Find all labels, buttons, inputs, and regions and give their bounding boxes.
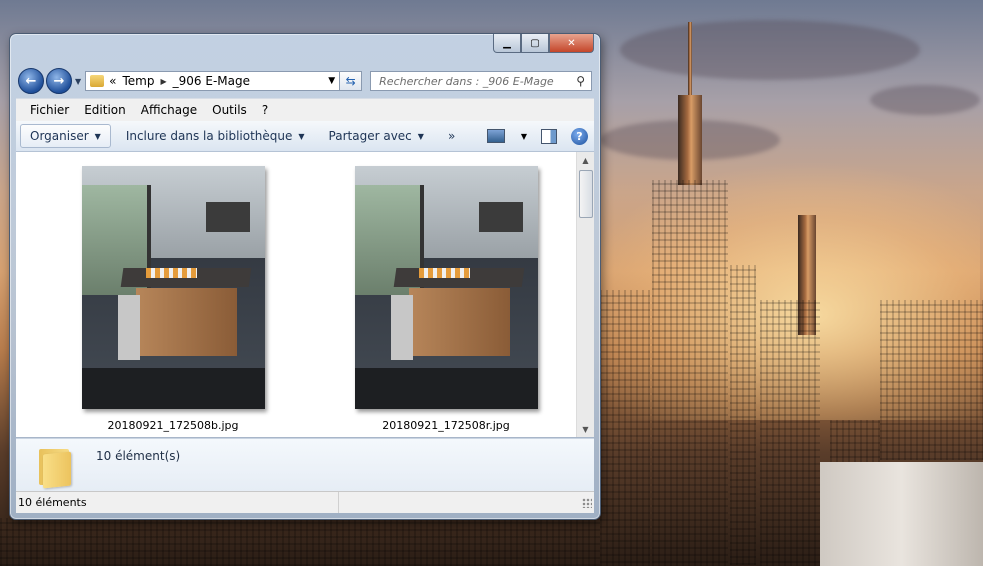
scroll-up-icon[interactable]: ▲ [577,152,594,168]
folder-front [43,451,71,489]
menu-item-affichage[interactable]: Affichage [141,103,197,117]
thumb-floor [81,367,265,409]
close-button[interactable]: ✕ [549,34,594,53]
menu-item-edition[interactable]: Edition [84,103,126,117]
file-item[interactable]: 20180921_172508r.jpg [346,166,546,432]
vertical-scrollbar[interactable]: ▲ ▼ [576,152,594,437]
building [760,300,820,566]
thumb-island [409,287,511,356]
forward-arrow-icon[interactable]: → [46,68,72,94]
preview-pane-icon[interactable] [541,128,557,144]
breadcrumb-current-folder[interactable]: _906 E-Mage [173,74,250,88]
status-text: 10 éléments [18,496,87,509]
share-with-label: Partager avec [328,129,412,143]
address-bar[interactable]: « Temp ▶ _906 E-Mage ▼ [85,71,341,91]
views-dropdown-icon[interactable]: ▼ [521,132,527,141]
item-count: 10 élément(s) [96,449,181,463]
building [730,265,756,565]
menu-item-help[interactable]: ? [262,103,268,117]
scroll-down-icon[interactable]: ▼ [577,421,594,437]
chevron-down-icon: ▼ [298,131,305,141]
building [880,300,983,460]
search-box[interactable]: ⚲ [370,71,592,91]
breadcrumb-overflow[interactable]: « [109,74,116,88]
building [820,462,983,566]
scrollbar-thumb[interactable] [579,170,593,218]
folder-icon [90,75,105,87]
recent-pages-dropdown-icon[interactable]: ▼ [75,77,81,86]
thumb-island-side [118,294,141,361]
back-arrow-icon[interactable]: ← [18,68,44,94]
caption-buttons: ▁ ▢ ✕ [493,34,594,53]
chevron-down-icon: ▼ [94,131,101,141]
minimize-button[interactable]: ▁ [493,34,521,53]
thumb-island-side [391,294,414,361]
details-pane: 10 élément(s) [16,438,594,491]
more-commands-button[interactable]: » [439,125,464,147]
folder-icon [39,447,73,489]
file-name[interactable]: 20180921_172508b.jpg [73,419,273,432]
explorer-window: ▁ ▢ ✕ ← → ▼ « Temp ▶ _906 E-Mage ▼ ⇆ ⚲ F… [9,33,601,520]
include-library-label: Inclure dans la bibliothèque [125,129,293,143]
include-library-button[interactable]: Inclure dans la bibliothèque ▼ [117,125,314,147]
search-icon[interactable]: ⚲ [576,74,585,88]
refresh-icon[interactable]: ⇆ [340,71,363,91]
thumb-cabinet [205,202,250,232]
search-input[interactable] [377,73,577,89]
building [600,290,650,566]
share-with-button[interactable]: Partager avec ▼ [320,125,433,147]
file-list: 20180921_172508b.jpg 20180921_172508r.jp… [16,152,594,437]
image-thumbnail[interactable] [354,166,538,409]
views-icon[interactable] [486,129,505,143]
status-bar: 10 éléments [16,491,594,513]
menu-bar: Fichier Edition Affichage Outils ? [16,98,594,122]
cloud [870,85,980,115]
resize-grip-icon[interactable] [582,497,592,508]
address-dropdown-icon[interactable]: ▼ [328,76,335,86]
navigation-bar: ← → ▼ « Temp ▶ _906 E-Mage ▼ ⇆ ⚲ [18,68,592,94]
empire-state-spire [688,22,692,102]
thumb-island [136,287,238,356]
thumb-cabinet [478,202,523,232]
menu-item-outils[interactable]: Outils [212,103,247,117]
thumb-floor [354,367,538,409]
view-controls: ▼ ? [486,127,594,145]
breadcrumb-separator-icon[interactable]: ▶ [160,77,166,86]
empire-state-top [678,95,702,185]
chevron-down-icon: ▼ [417,131,424,141]
thumb-fruit [145,268,197,278]
breadcrumb-temp[interactable]: Temp [123,74,155,88]
menu-item-fichier[interactable]: Fichier [30,103,69,117]
empire-state-body [652,180,728,566]
organize-button[interactable]: Organiser ▼ [20,124,111,148]
image-thumbnail[interactable] [81,166,265,409]
organize-label: Organiser [30,129,89,143]
help-icon[interactable]: ? [571,127,588,145]
thumb-fruit [418,268,470,278]
maximize-button[interactable]: ▢ [521,34,549,53]
file-item[interactable]: 20180921_172508b.jpg [73,166,273,432]
status-cell [338,492,469,513]
building [0,518,600,566]
command-bar: Organiser ▼ Inclure dans la bibliothèque… [16,121,594,152]
file-name[interactable]: 20180921_172508r.jpg [346,419,546,432]
cloud [620,20,920,80]
